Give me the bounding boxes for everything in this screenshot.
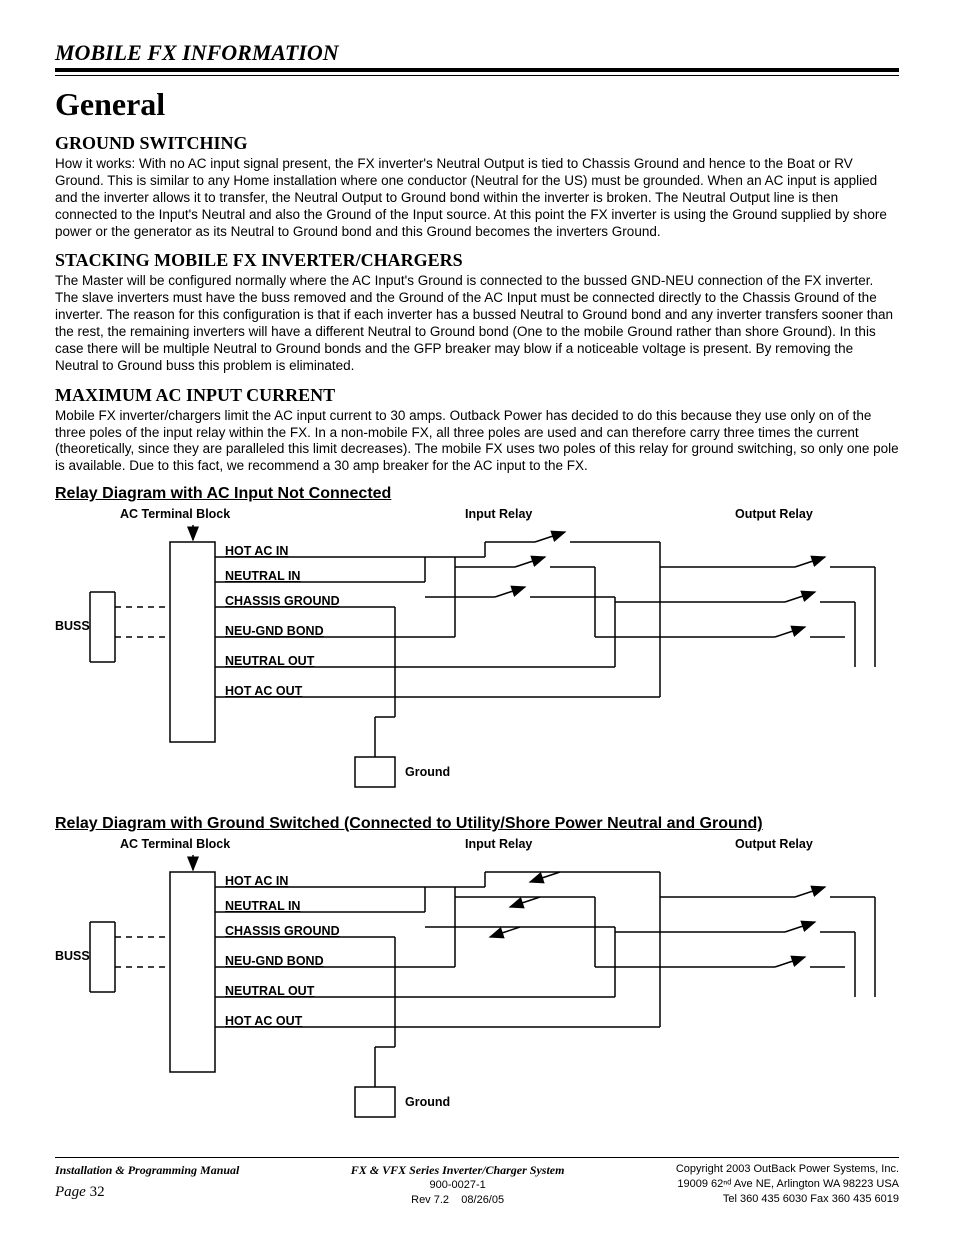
footer-copyright: Copyright 2003 OutBack Power Systems, In… xyxy=(676,1162,899,1177)
footer-manual-title: Installation & Programming Manual xyxy=(55,1162,239,1178)
footer-rule xyxy=(55,1157,899,1158)
d1-chassis-ground: CHASSIS GROUND xyxy=(225,594,340,608)
page-header: MOBILE FX INFORMATION xyxy=(55,40,899,72)
d2-hot-ac-out: HOT AC OUT xyxy=(225,1014,302,1028)
section-max-ac-title: MAXIMUM AC INPUT CURRENT xyxy=(55,385,899,406)
footer-phone: Tel 360 435 6030 Fax 360 435 6019 xyxy=(676,1192,899,1207)
section-ground-switching-body: How it works: With no AC input signal pr… xyxy=(55,156,899,240)
diagram2-title: Relay Diagram with Ground Switched (Conn… xyxy=(55,815,899,833)
d1-neutral-out: NEUTRAL OUT xyxy=(225,654,314,668)
d2-chassis-ground: CHASSIS GROUND xyxy=(225,924,340,938)
d2-neutral-in: NEUTRAL IN xyxy=(225,899,300,913)
d1-neu-gnd-bond: NEU-GND BOND xyxy=(225,624,324,638)
d1-hot-ac-in: HOT AC IN xyxy=(225,544,288,558)
d1-ground: Ground xyxy=(405,765,450,779)
d2-ground: Ground xyxy=(405,1095,450,1109)
diagram2-svg xyxy=(55,837,899,1137)
footer-doc-number: 900-0027-1 xyxy=(239,1178,675,1193)
d2-neutral-out: NEUTRAL OUT xyxy=(225,984,314,998)
main-heading: General xyxy=(55,86,899,123)
d2-neu-gnd-bond: NEU-GND BOND xyxy=(225,954,324,968)
section-stacking-body: The Master will be configured normally w… xyxy=(55,273,899,374)
footer-product-title: FX & VFX Series Inverter/Charger System xyxy=(239,1162,675,1178)
diagram1-svg xyxy=(55,507,899,807)
d2-ac-terminal: AC Terminal Block xyxy=(120,837,230,851)
diagram1: AC Terminal Block Input Relay Output Rel… xyxy=(55,507,899,807)
section-ground-switching-title: GROUND SWITCHING xyxy=(55,133,899,154)
d1-buss: BUSS xyxy=(55,619,90,633)
d1-hot-ac-out: HOT AC OUT xyxy=(225,684,302,698)
page-footer: Installation & Programming Manual Page 3… xyxy=(55,1162,899,1208)
d2-hot-ac-in: HOT AC IN xyxy=(225,874,288,888)
d2-buss: BUSS xyxy=(55,949,90,963)
d2-input-relay: Input Relay xyxy=(465,837,532,851)
footer-page-number: 32 xyxy=(90,1184,105,1200)
footer-rev: Rev 7.2 xyxy=(411,1194,449,1206)
footer-date: 08/26/05 xyxy=(461,1194,504,1206)
d2-output-relay: Output Relay xyxy=(735,837,813,851)
diagram1-title: Relay Diagram with AC Input Not Connecte… xyxy=(55,485,899,503)
diagram2: AC Terminal Block Input Relay Output Rel… xyxy=(55,837,899,1137)
d1-neutral-in: NEUTRAL IN xyxy=(225,569,300,583)
footer-page-label: Page xyxy=(55,1184,86,1200)
section-stacking-title: STACKING MOBILE FX INVERTER/CHARGERS xyxy=(55,250,899,271)
d1-ac-terminal: AC Terminal Block xyxy=(120,507,230,521)
d1-output-relay: Output Relay xyxy=(735,507,813,521)
section-max-ac-body: Mobile FX inverter/chargers limit the AC… xyxy=(55,408,899,476)
footer-address: 19009 62ⁿᵈ Ave NE, Arlington WA 98223 US… xyxy=(676,1177,899,1192)
d1-input-relay: Input Relay xyxy=(465,507,532,521)
